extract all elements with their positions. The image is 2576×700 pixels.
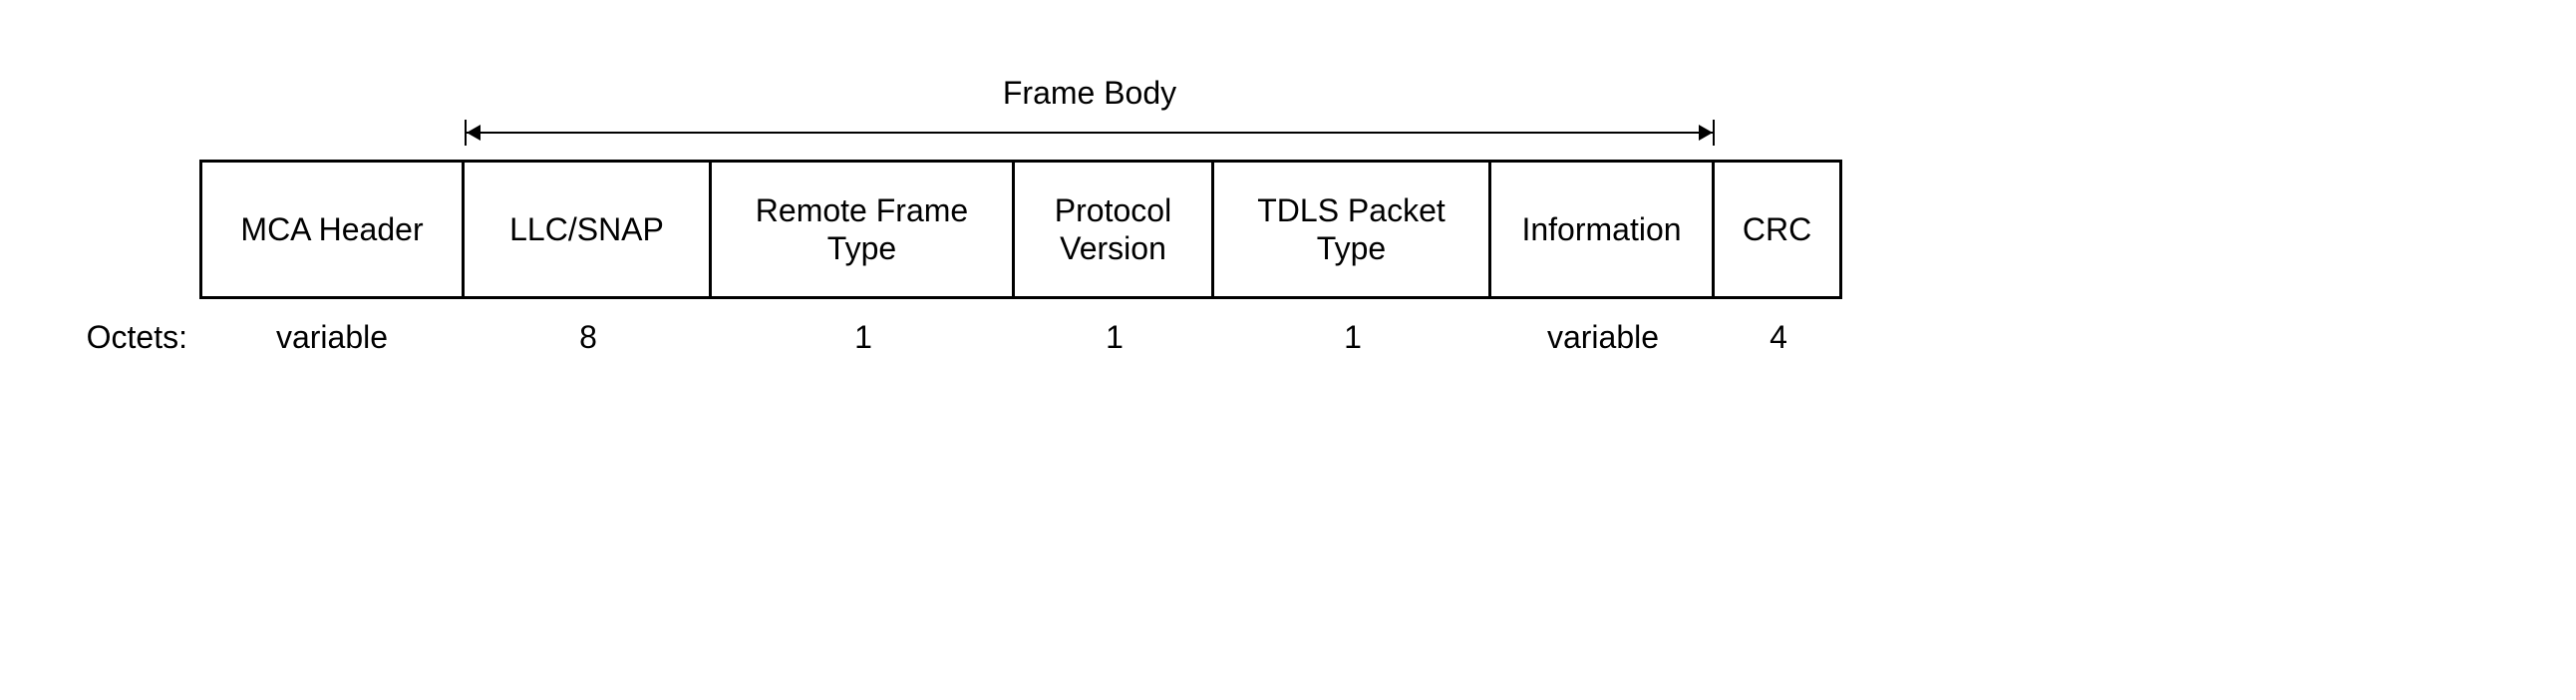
- fields-row: MCA Header LLC/SNAP Remote Frame Type Proto…: [199, 160, 1842, 299]
- frame-body-label: Frame Body: [1003, 75, 1176, 112]
- frame-body-bracket-row: Frame Body: [80, 60, 1715, 160]
- field-label: Information: [1521, 210, 1681, 248]
- field-cell: TDLS Packet Type: [1214, 160, 1491, 299]
- field-label: CRC: [1743, 210, 1811, 248]
- field-label: TDLS Packet Type: [1257, 191, 1446, 268]
- bracket-line: [465, 120, 1715, 145]
- octet-value: 4: [1715, 319, 1842, 356]
- field-cell: Protocol Version: [1015, 160, 1214, 299]
- frame-body-bracket: Frame Body: [465, 75, 1715, 145]
- octet-value: 1: [1214, 319, 1491, 356]
- field-label: MCA Header: [240, 210, 423, 248]
- octets-row: Octets:variable8111variable4: [80, 319, 1842, 356]
- field-cell: CRC: [1715, 160, 1842, 299]
- octet-value: 8: [465, 319, 712, 356]
- octet-value: variable: [1491, 319, 1715, 356]
- field-label: Protocol Version: [1055, 191, 1171, 268]
- field-label: LLC/SNAP: [509, 210, 664, 248]
- octets-label: Octets:: [80, 319, 199, 356]
- octet-value: variable: [199, 319, 465, 356]
- octet-value: 1: [1015, 319, 1214, 356]
- field-cell: Remote Frame Type: [712, 160, 1015, 299]
- field-label: Remote Frame Type: [756, 191, 968, 268]
- octet-value: 1: [712, 319, 1015, 356]
- field-cell: Information: [1491, 160, 1715, 299]
- field-cell: MCA Header: [199, 160, 465, 299]
- field-cell: LLC/SNAP: [465, 160, 712, 299]
